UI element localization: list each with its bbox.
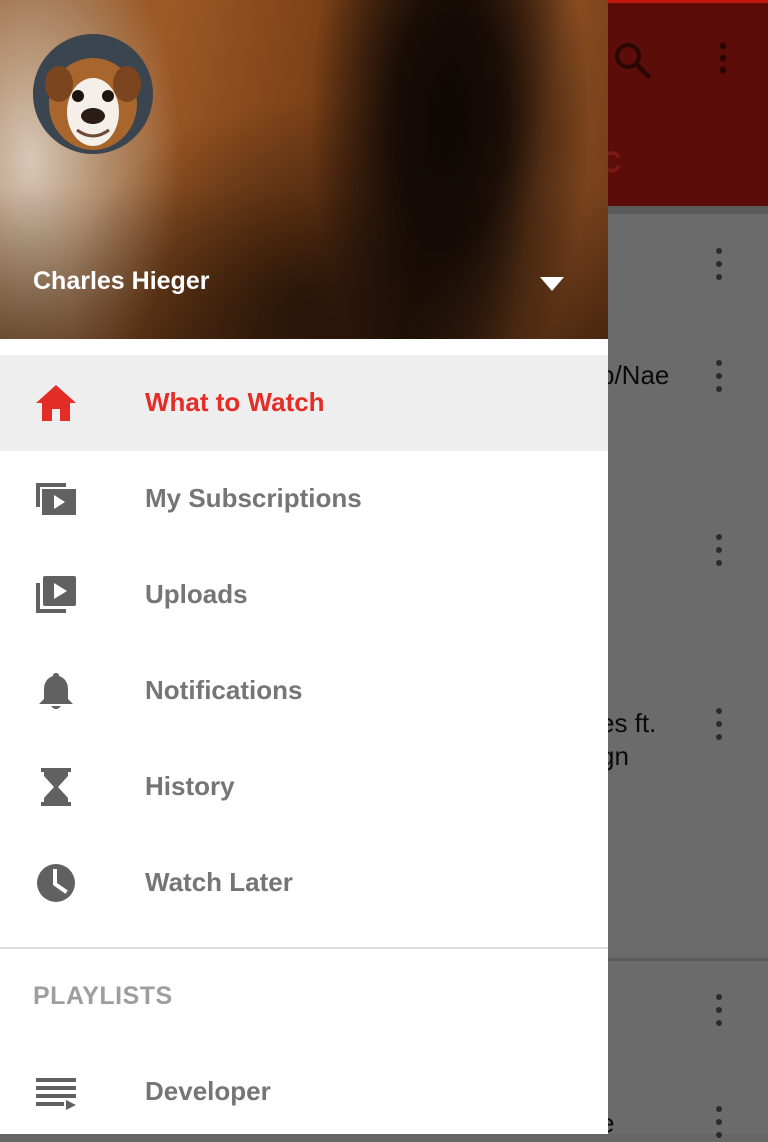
video-menu-icon[interactable] bbox=[714, 994, 724, 1030]
clock-icon bbox=[37, 864, 75, 902]
nav-item-my-subscriptions[interactable]: My Subscriptions bbox=[0, 451, 608, 547]
subscriptions-icon bbox=[36, 483, 76, 515]
nav-item-label: Watch Later bbox=[145, 867, 293, 897]
playlist-label: Developer bbox=[145, 1076, 271, 1106]
nav-item-watch-later[interactable]: Watch Later bbox=[0, 835, 608, 931]
nav-item-label: Uploads bbox=[145, 579, 248, 609]
bell-icon bbox=[39, 673, 73, 709]
bulldog-avatar-icon bbox=[33, 34, 153, 154]
video-title-fragment: p/Nae bbox=[600, 360, 670, 390]
nav-item-notifications[interactable]: Notifications bbox=[0, 643, 608, 739]
nav-item-history[interactable]: History bbox=[0, 739, 608, 835]
video-menu-icon[interactable] bbox=[714, 248, 724, 284]
dropdown-arrow-icon[interactable] bbox=[540, 277, 564, 291]
tab-indicator-line bbox=[608, 206, 768, 214]
nav-item-label: Notifications bbox=[145, 675, 303, 705]
account-header[interactable]: Charles Hieger bbox=[0, 0, 608, 339]
video-title-fragment: es ft. bbox=[600, 708, 657, 738]
playlists-section-header: PLAYLISTS bbox=[33, 982, 173, 1010]
video-menu-icon[interactable] bbox=[714, 534, 724, 570]
account-name: Charles Hieger bbox=[33, 267, 210, 295]
hourglass-icon bbox=[41, 768, 71, 806]
nav-item-uploads[interactable]: Uploads bbox=[0, 547, 608, 643]
nav-item-label: My Subscriptions bbox=[145, 483, 362, 513]
nav-item-label: History bbox=[145, 771, 235, 801]
nav-list: What to Watch My Subscriptions Uploads N… bbox=[0, 355, 608, 931]
navigation-drawer: Charles Hieger What to Watch My Subscrip… bbox=[0, 0, 608, 1134]
home-icon bbox=[36, 385, 76, 421]
playlist-icon bbox=[36, 1078, 76, 1110]
drawer-divider bbox=[0, 947, 608, 949]
more-options-icon[interactable] bbox=[714, 40, 732, 80]
uploads-icon bbox=[36, 576, 76, 613]
video-menu-icon[interactable] bbox=[714, 708, 724, 744]
search-icon[interactable] bbox=[612, 40, 652, 80]
video-menu-icon[interactable] bbox=[714, 360, 724, 396]
avatar[interactable] bbox=[33, 34, 153, 154]
list-divider bbox=[608, 958, 768, 961]
video-menu-icon[interactable] bbox=[714, 1106, 724, 1142]
nav-item-label: What to Watch bbox=[145, 387, 325, 417]
playlist-item-developer[interactable]: Developer bbox=[0, 1044, 608, 1134]
nav-item-what-to-watch[interactable]: What to Watch bbox=[0, 355, 608, 451]
